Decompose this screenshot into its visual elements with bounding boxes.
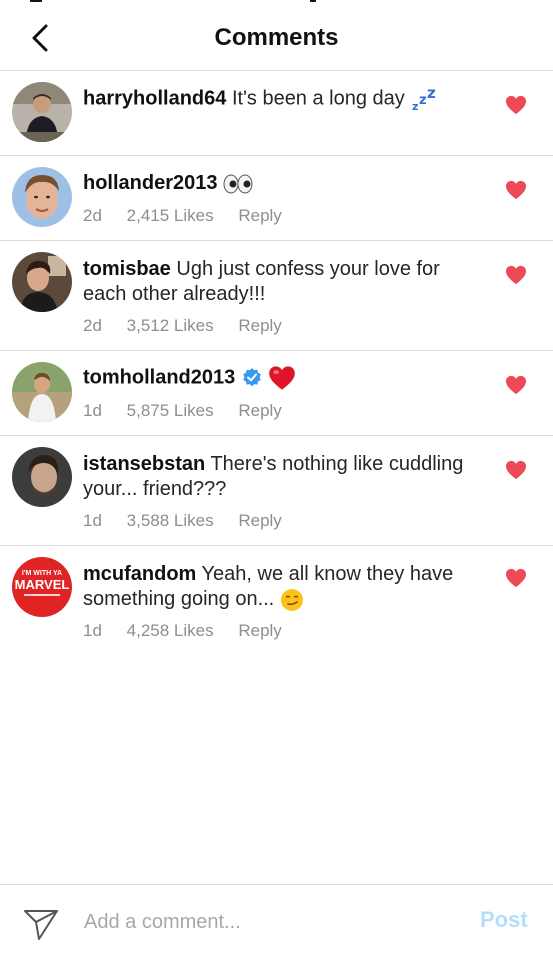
comment-body: tomholland2013 [83, 365, 483, 391]
avatar[interactable] [12, 167, 72, 227]
comment-meta: 1d 5,875 Likes Reply [83, 401, 302, 421]
comment-body: tomisbae Ugh just confess your love for … [83, 257, 483, 307]
comment-text: It's been a long day [231, 87, 405, 110]
comment-likes[interactable]: 4,258 Likes [127, 621, 214, 640]
svg-text:z: z [419, 93, 427, 108]
comment-item: istansebstan There's nothing like cuddli… [0, 436, 553, 546]
comment-item: I'M WITH YA MARVEL mcufandom Yeah, we al… [0, 546, 553, 656]
page-title: Comments [214, 24, 339, 51]
eyes-icon [223, 174, 253, 194]
svg-text:z: z [412, 100, 418, 112]
avatar-logo-text: MARVEL [15, 577, 70, 592]
svg-text:z: z [427, 86, 436, 102]
comment-meta: 1d 3,588 Likes Reply [83, 511, 302, 531]
avatar[interactable]: I'M WITH YA MARVEL [12, 557, 72, 617]
avatar-caption: I'M WITH YA [22, 570, 62, 577]
comment-body: istansebstan There's nothing like cuddli… [83, 452, 483, 502]
comment-age: 1d [83, 621, 102, 640]
smirk-face-icon [280, 588, 303, 611]
comment-likes[interactable]: 2,415 Likes [127, 206, 214, 225]
comment-username[interactable]: harryholland64 [83, 87, 226, 109]
verified-badge-icon [243, 368, 261, 387]
comment-item: tomisbae Ugh just confess your love for … [0, 241, 553, 351]
comment-input[interactable] [84, 907, 444, 937]
like-heart-icon[interactable] [505, 265, 527, 285]
reply-button[interactable]: Reply [238, 511, 281, 530]
avatar[interactable] [12, 82, 72, 142]
comment-composer: Post [0, 884, 553, 961]
like-heart-icon[interactable] [505, 375, 527, 395]
comment-likes[interactable]: 5,875 Likes [127, 401, 214, 420]
reply-button[interactable]: Reply [238, 206, 281, 225]
comment-body: hollander2013 [83, 171, 483, 196]
like-heart-icon[interactable] [505, 95, 527, 115]
reply-button[interactable]: Reply [238, 621, 281, 640]
comment-item: tomholland2013 1d 5,875 Likes Reply [0, 351, 553, 436]
direct-send-icon[interactable] [22, 905, 60, 943]
comment-username[interactable]: tomholland2013 [83, 366, 235, 388]
comment-age: 2d [83, 316, 102, 335]
comment-age: 1d [83, 401, 102, 420]
comment-meta: 1d 4,258 Likes Reply [83, 621, 302, 641]
comment-item: harryholland64 It's been a long day z z … [0, 70, 553, 156]
avatar[interactable] [12, 252, 72, 312]
comment-item: hollander2013 2d 2,415 Likes Reply [0, 156, 553, 241]
header: Comments [0, 0, 553, 71]
post-button[interactable]: Post [480, 907, 528, 933]
like-heart-icon[interactable] [505, 568, 527, 588]
comment-likes[interactable]: 3,588 Likes [127, 511, 214, 530]
like-heart-icon[interactable] [505, 460, 527, 480]
comment-username[interactable]: hollander2013 [83, 172, 218, 194]
comment-username[interactable]: tomisbae [83, 258, 171, 280]
comment-body: harryholland64 It's been a long day z z … [83, 86, 483, 112]
comment-meta: 2d 2,415 Likes Reply [83, 206, 302, 226]
like-heart-icon[interactable] [505, 180, 527, 200]
zzz-icon: z z z [412, 86, 436, 112]
comment-username[interactable]: mcufandom [83, 563, 196, 585]
avatar[interactable] [12, 447, 72, 507]
comment-meta: 2d 3,512 Likes Reply [83, 316, 302, 336]
comment-likes[interactable]: 3,512 Likes [127, 316, 214, 335]
comment-body: mcufandom Yeah, we all know they have so… [83, 562, 483, 612]
comment-username[interactable]: istansebstan [83, 453, 205, 475]
comment-age: 2d [83, 206, 102, 225]
comment-age: 1d [83, 511, 102, 530]
reply-button[interactable]: Reply [238, 401, 281, 420]
red-heart-icon [269, 366, 296, 390]
reply-button[interactable]: Reply [238, 316, 281, 335]
avatar[interactable] [12, 362, 72, 422]
